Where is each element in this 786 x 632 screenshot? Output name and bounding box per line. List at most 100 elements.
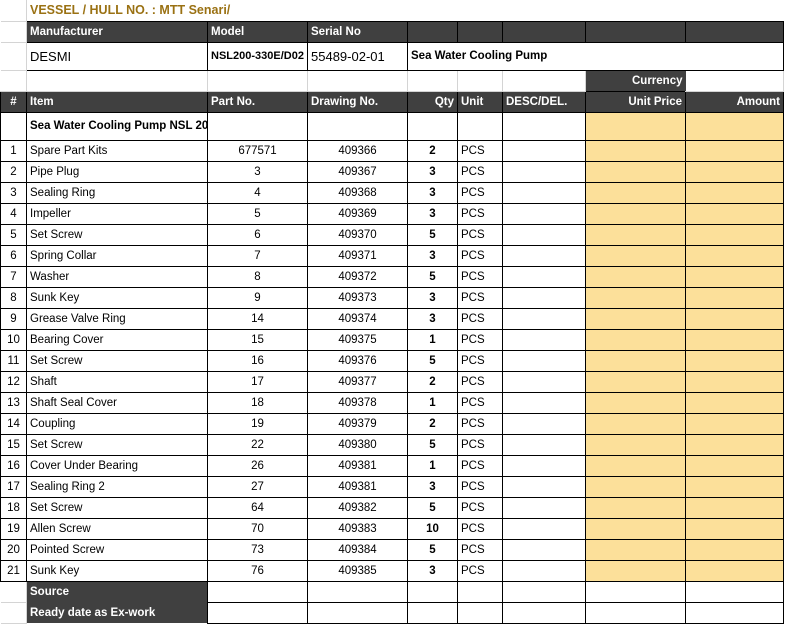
cell-amount[interactable] xyxy=(684,454,785,477)
value-equipment-description[interactable]: Sea Water Cooling Pump xyxy=(406,41,785,71)
cell-part-no: 3 xyxy=(207,160,308,183)
cell-row-number: 19 xyxy=(0,517,27,540)
cell-desc-del[interactable] xyxy=(502,391,586,414)
source-value-desc[interactable] xyxy=(502,580,586,603)
source-value-qty[interactable] xyxy=(407,580,458,603)
source-value-unit[interactable] xyxy=(457,580,503,603)
cell-amount[interactable] xyxy=(684,181,785,204)
cell-unit-price[interactable] xyxy=(585,265,686,288)
cell-amount[interactable] xyxy=(684,349,785,372)
source-value-drawing[interactable] xyxy=(307,580,408,603)
cell-desc-del[interactable] xyxy=(502,160,586,183)
cell-desc-del[interactable] xyxy=(502,349,586,372)
cell-desc-del[interactable] xyxy=(502,538,586,561)
cell-unit-price[interactable] xyxy=(585,139,686,162)
cell-unit-price[interactable] xyxy=(585,412,686,435)
cell-desc-del[interactable] xyxy=(502,370,586,393)
cell-amount[interactable] xyxy=(684,328,785,351)
ready-date-value-part[interactable] xyxy=(207,601,308,624)
cell-desc-del[interactable] xyxy=(502,202,586,225)
cell-unit-price[interactable] xyxy=(585,244,686,267)
cell-qty: 2 xyxy=(407,139,458,162)
cell-amount[interactable] xyxy=(684,475,785,498)
cell-amount[interactable] xyxy=(684,265,785,288)
ready-date-value-qty[interactable] xyxy=(407,601,458,624)
cell-unit-price[interactable] xyxy=(585,433,686,456)
cell-unit: PCS xyxy=(457,517,503,540)
ready-date-value-desc[interactable] xyxy=(502,601,586,624)
cell-part-no: 677571 xyxy=(207,139,308,162)
cell-unit-price[interactable] xyxy=(585,538,686,561)
cell-unit-price[interactable] xyxy=(585,370,686,393)
cell-desc-del[interactable] xyxy=(502,328,586,351)
cell-desc-del[interactable] xyxy=(502,265,586,288)
currency-value[interactable] xyxy=(685,70,785,92)
cell-item: Pipe Plug xyxy=(26,160,208,183)
table-row: 6 Spring Collar 7 409371 3 PCS xyxy=(0,244,786,267)
currency-label: Currency xyxy=(585,70,686,91)
cell-unit-price[interactable] xyxy=(585,286,686,309)
cell-unit-price[interactable] xyxy=(585,559,686,582)
cell-unit-price[interactable] xyxy=(585,496,686,519)
cell-amount[interactable] xyxy=(684,160,785,183)
cell-desc-del[interactable] xyxy=(502,496,586,519)
cell-amount[interactable] xyxy=(684,496,785,519)
cell-row-number: 15 xyxy=(0,433,27,456)
cell-desc-del[interactable] xyxy=(502,517,586,540)
ready-date-value-unit[interactable] xyxy=(457,601,503,624)
value-serial-no[interactable]: 55489-02-01 xyxy=(307,41,408,71)
cell-unit-price[interactable] xyxy=(585,475,686,498)
cell-desc-del[interactable] xyxy=(502,307,586,330)
cell-desc-del[interactable] xyxy=(502,181,586,204)
source-value-amount[interactable] xyxy=(684,580,785,603)
group-amount[interactable] xyxy=(684,111,785,141)
cell-unit-price[interactable] xyxy=(585,202,686,225)
cell-unit-price[interactable] xyxy=(585,454,686,477)
cell-row-number: 12 xyxy=(0,370,27,393)
cell-drawing-no: 409370 xyxy=(307,223,408,246)
cell-unit-price[interactable] xyxy=(585,328,686,351)
cell-amount[interactable] xyxy=(684,517,785,540)
cell-desc-del[interactable] xyxy=(502,223,586,246)
cell-unit-price[interactable] xyxy=(585,160,686,183)
ready-date-value-drawing[interactable] xyxy=(307,601,408,624)
source-value-part[interactable] xyxy=(207,580,308,603)
cell-amount[interactable] xyxy=(684,412,785,435)
cell-amount[interactable] xyxy=(684,307,785,330)
cell-desc-del[interactable] xyxy=(502,559,586,582)
value-model[interactable]: NSL200-330E/D02 xyxy=(207,41,308,71)
cell-desc-del[interactable] xyxy=(502,412,586,435)
cell-amount[interactable] xyxy=(684,433,785,456)
cell-unit-price[interactable] xyxy=(585,391,686,414)
cell-amount[interactable] xyxy=(684,202,785,225)
cell-part-no: 64 xyxy=(207,496,308,519)
ready-date-value-amount[interactable] xyxy=(684,601,785,624)
cell-amount[interactable] xyxy=(684,286,785,309)
cell-desc-del[interactable] xyxy=(502,454,586,477)
cell-amount[interactable] xyxy=(684,139,785,162)
cell-amount[interactable] xyxy=(684,559,785,582)
cell-amount[interactable] xyxy=(684,244,785,267)
group-unit-price[interactable] xyxy=(585,111,686,141)
cell-desc-del[interactable] xyxy=(502,433,586,456)
cell-unit-price[interactable] xyxy=(585,181,686,204)
cell-desc-del[interactable] xyxy=(502,286,586,309)
cell-desc-del[interactable] xyxy=(502,139,586,162)
cell-amount[interactable] xyxy=(684,538,785,561)
cell-unit-price[interactable] xyxy=(585,349,686,372)
cell-desc-del[interactable] xyxy=(502,475,586,498)
cell-unit-price[interactable] xyxy=(585,517,686,540)
cell-unit-price[interactable] xyxy=(585,223,686,246)
cell-drawing-no: 409381 xyxy=(307,475,408,498)
ready-date-value-unit-price[interactable] xyxy=(585,601,686,624)
value-manufacturer[interactable]: DESMI xyxy=(26,41,208,71)
cell-unit: PCS xyxy=(457,370,503,393)
source-value-unit-price[interactable] xyxy=(585,580,686,603)
table-row: 16 Cover Under Bearing 26 409381 1 PCS xyxy=(0,454,786,477)
cell-amount[interactable] xyxy=(684,370,785,393)
cell-unit-price[interactable] xyxy=(585,307,686,330)
cell-amount[interactable] xyxy=(684,223,785,246)
cell-desc-del[interactable] xyxy=(502,244,586,267)
table-row: 5 Set Screw 6 409370 5 PCS xyxy=(0,223,786,246)
cell-amount[interactable] xyxy=(684,391,785,414)
